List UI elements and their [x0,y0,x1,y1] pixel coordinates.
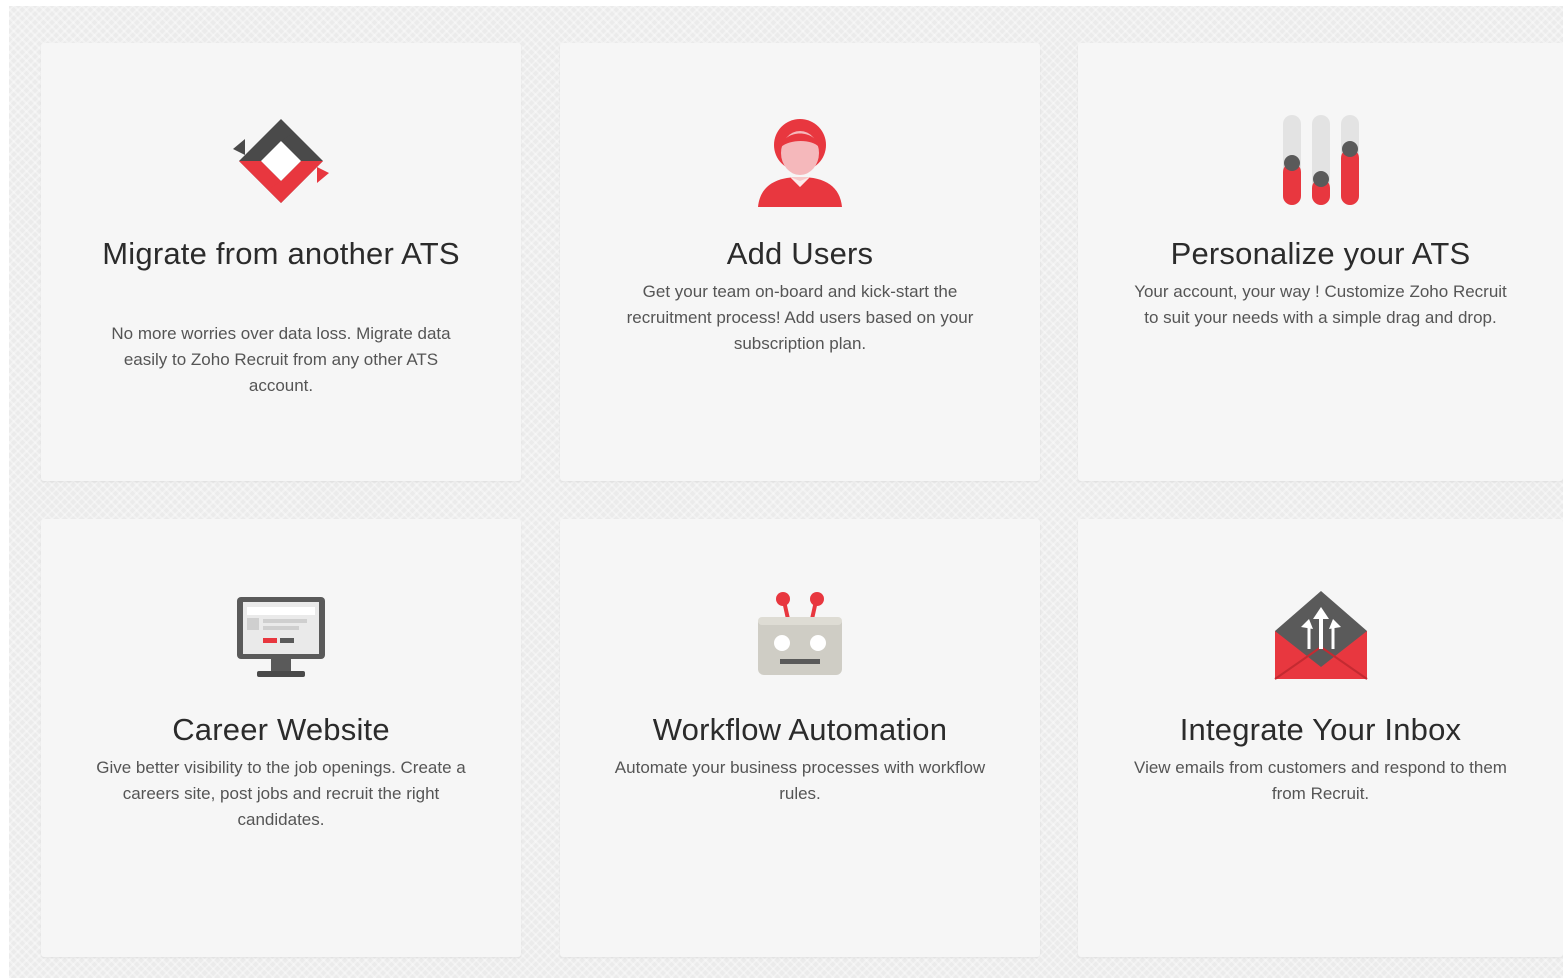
card-migrate[interactable]: Migrate from another ATS No more worries… [41,43,521,481]
card-title: Personalize your ATS [1170,236,1471,271]
card-workflow-automation[interactable]: Workflow Automation Automate your busine… [560,519,1040,957]
envelope-icon [1273,591,1368,680]
card-description: Give better visibility to the job openin… [96,758,466,829]
setup-options-grid: Migrate from another ATS No more worries… [9,6,1563,978]
migrate-sync-icon [233,119,329,203]
sliders-icon [1282,115,1359,205]
card-title: Integrate Your Inbox [1179,712,1462,747]
card-title: Migrate from another ATS [102,236,460,271]
card-title: Workflow Automation [652,712,948,747]
card-description: Automate your business processes with wo… [614,758,986,803]
card-integrate-inbox[interactable]: Integrate Your Inbox View emails from cu… [1078,519,1563,957]
card-personalize[interactable]: Personalize your ATS Your account, your … [1078,43,1563,481]
card-description: View emails from customers and respond t… [1134,758,1507,803]
robot-icon [758,592,842,675]
card-add-users[interactable]: Add Users Get your team on-board and kic… [560,43,1040,481]
card-description: Get your team on-board and kick-start th… [626,282,974,353]
card-description: Your account, your way ! Customize Zoho … [1134,282,1507,327]
card-description: No more worries over data loss. Migrate … [111,324,451,395]
add-user-icon [758,119,842,207]
card-career-website[interactable]: Career Website Give better visibility to… [41,519,521,957]
monitor-icon [237,597,325,677]
card-title: Add Users [726,236,874,271]
card-title: Career Website [172,712,390,747]
